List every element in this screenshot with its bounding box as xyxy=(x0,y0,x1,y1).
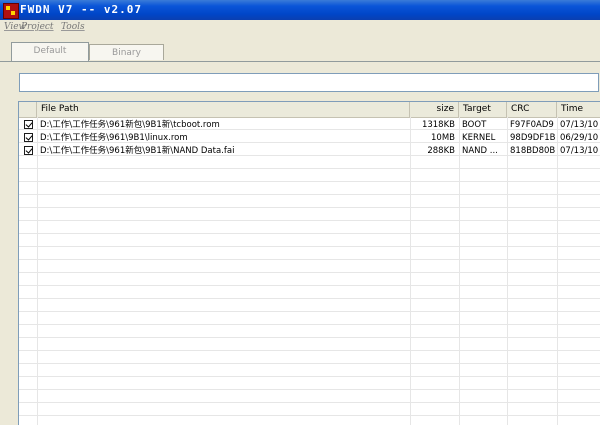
file-target-cell: KERNEL xyxy=(462,133,496,143)
file-path-cell: D:\工作\工作任务\961新包\9B1新\NAND Data.fai xyxy=(40,146,235,156)
file-crc-cell: 818BD80B xyxy=(510,146,556,156)
grid-row-line xyxy=(19,364,600,377)
grid-column-line xyxy=(410,117,411,425)
file-time-cell: 07/13/10 11:0 xyxy=(560,146,600,156)
grid-row-line xyxy=(19,325,600,338)
grid-row-line xyxy=(19,273,600,286)
grid-row-line xyxy=(19,221,600,234)
file-target-cell: BOOT xyxy=(462,120,487,130)
grid-row-line xyxy=(19,377,600,390)
grid-row-line xyxy=(19,351,600,364)
file-time-cell: 06/29/10 16:37 xyxy=(560,133,600,143)
file-size-cell: 1318KB xyxy=(421,120,455,130)
grid-row-line xyxy=(19,234,600,247)
grid-row-line xyxy=(19,403,600,416)
file-size-cell: 288KB xyxy=(427,146,455,156)
menu-project[interactable]: Project xyxy=(21,22,54,32)
app-icon xyxy=(3,3,19,19)
file-checkbox[interactable] xyxy=(24,133,33,142)
path-input[interactable] xyxy=(19,73,599,92)
grid-row-line xyxy=(19,338,600,351)
grid-row-line xyxy=(19,247,600,260)
grid-column-line xyxy=(507,117,508,425)
header-time[interactable]: Time xyxy=(557,102,600,117)
menu-tools[interactable]: Tools xyxy=(61,22,85,32)
grid-row-line xyxy=(19,390,600,403)
header-file-path[interactable]: File Path xyxy=(37,102,410,117)
grid-column-line xyxy=(37,117,38,425)
window-title: FWDN V7 -- v2.07 xyxy=(20,3,142,16)
file-list[interactable]: File Path size Target CRC Time D:\工作\工作任… xyxy=(18,101,600,425)
list-header: File Path size Target CRC Time xyxy=(19,102,600,118)
file-path-cell: D:\工作\工作任务\961新包\9B1新\tcboot.rom xyxy=(40,120,220,130)
grid-row-line xyxy=(19,416,600,425)
grid-column-line xyxy=(557,117,558,425)
file-time-cell: 07/13/10 10:34 xyxy=(560,120,600,130)
header-size[interactable]: size xyxy=(410,102,459,117)
title-bar: FWDN V7 -- v2.07 xyxy=(0,0,600,20)
file-crc-cell: F97F0AD9 xyxy=(510,120,554,130)
grid-row-line xyxy=(19,286,600,299)
menu-bar: View Project Tools xyxy=(0,20,600,36)
grid-row-line xyxy=(19,195,600,208)
grid-row-line xyxy=(19,260,600,273)
grid-column-line xyxy=(459,117,460,425)
file-row[interactable]: D:\工作\工作任务\961新包\9B1新\NAND Data.fai 288K… xyxy=(19,145,600,158)
grid-row-line xyxy=(19,182,600,195)
grid-row-line xyxy=(19,312,600,325)
file-size-cell: 10MB xyxy=(431,133,455,143)
grid-row-line xyxy=(19,169,600,182)
grid-row-line xyxy=(19,299,600,312)
header-target[interactable]: Target xyxy=(459,102,507,117)
tab-binary[interactable]: Binary xyxy=(89,44,164,60)
grid-row-line xyxy=(19,208,600,221)
header-checkbox-column[interactable] xyxy=(19,102,37,117)
file-crc-cell: 98D9DF1B xyxy=(510,133,556,143)
header-crc[interactable]: CRC xyxy=(507,102,557,117)
tab-default[interactable]: Default xyxy=(11,42,89,62)
file-checkbox[interactable] xyxy=(24,120,33,129)
file-row[interactable]: D:\工作\工作任务\961\9B1\linux.rom 10MB KERNEL… xyxy=(19,132,600,145)
file-path-cell: D:\工作\工作任务\961\9B1\linux.rom xyxy=(40,133,188,143)
file-row[interactable]: D:\工作\工作任务\961新包\9B1新\tcboot.rom 1318KB … xyxy=(19,119,600,132)
file-checkbox[interactable] xyxy=(24,146,33,155)
tab-strip: Default Binary xyxy=(0,36,600,62)
file-target-cell: NAND ... xyxy=(462,146,498,156)
tab-panel-border xyxy=(0,61,600,62)
